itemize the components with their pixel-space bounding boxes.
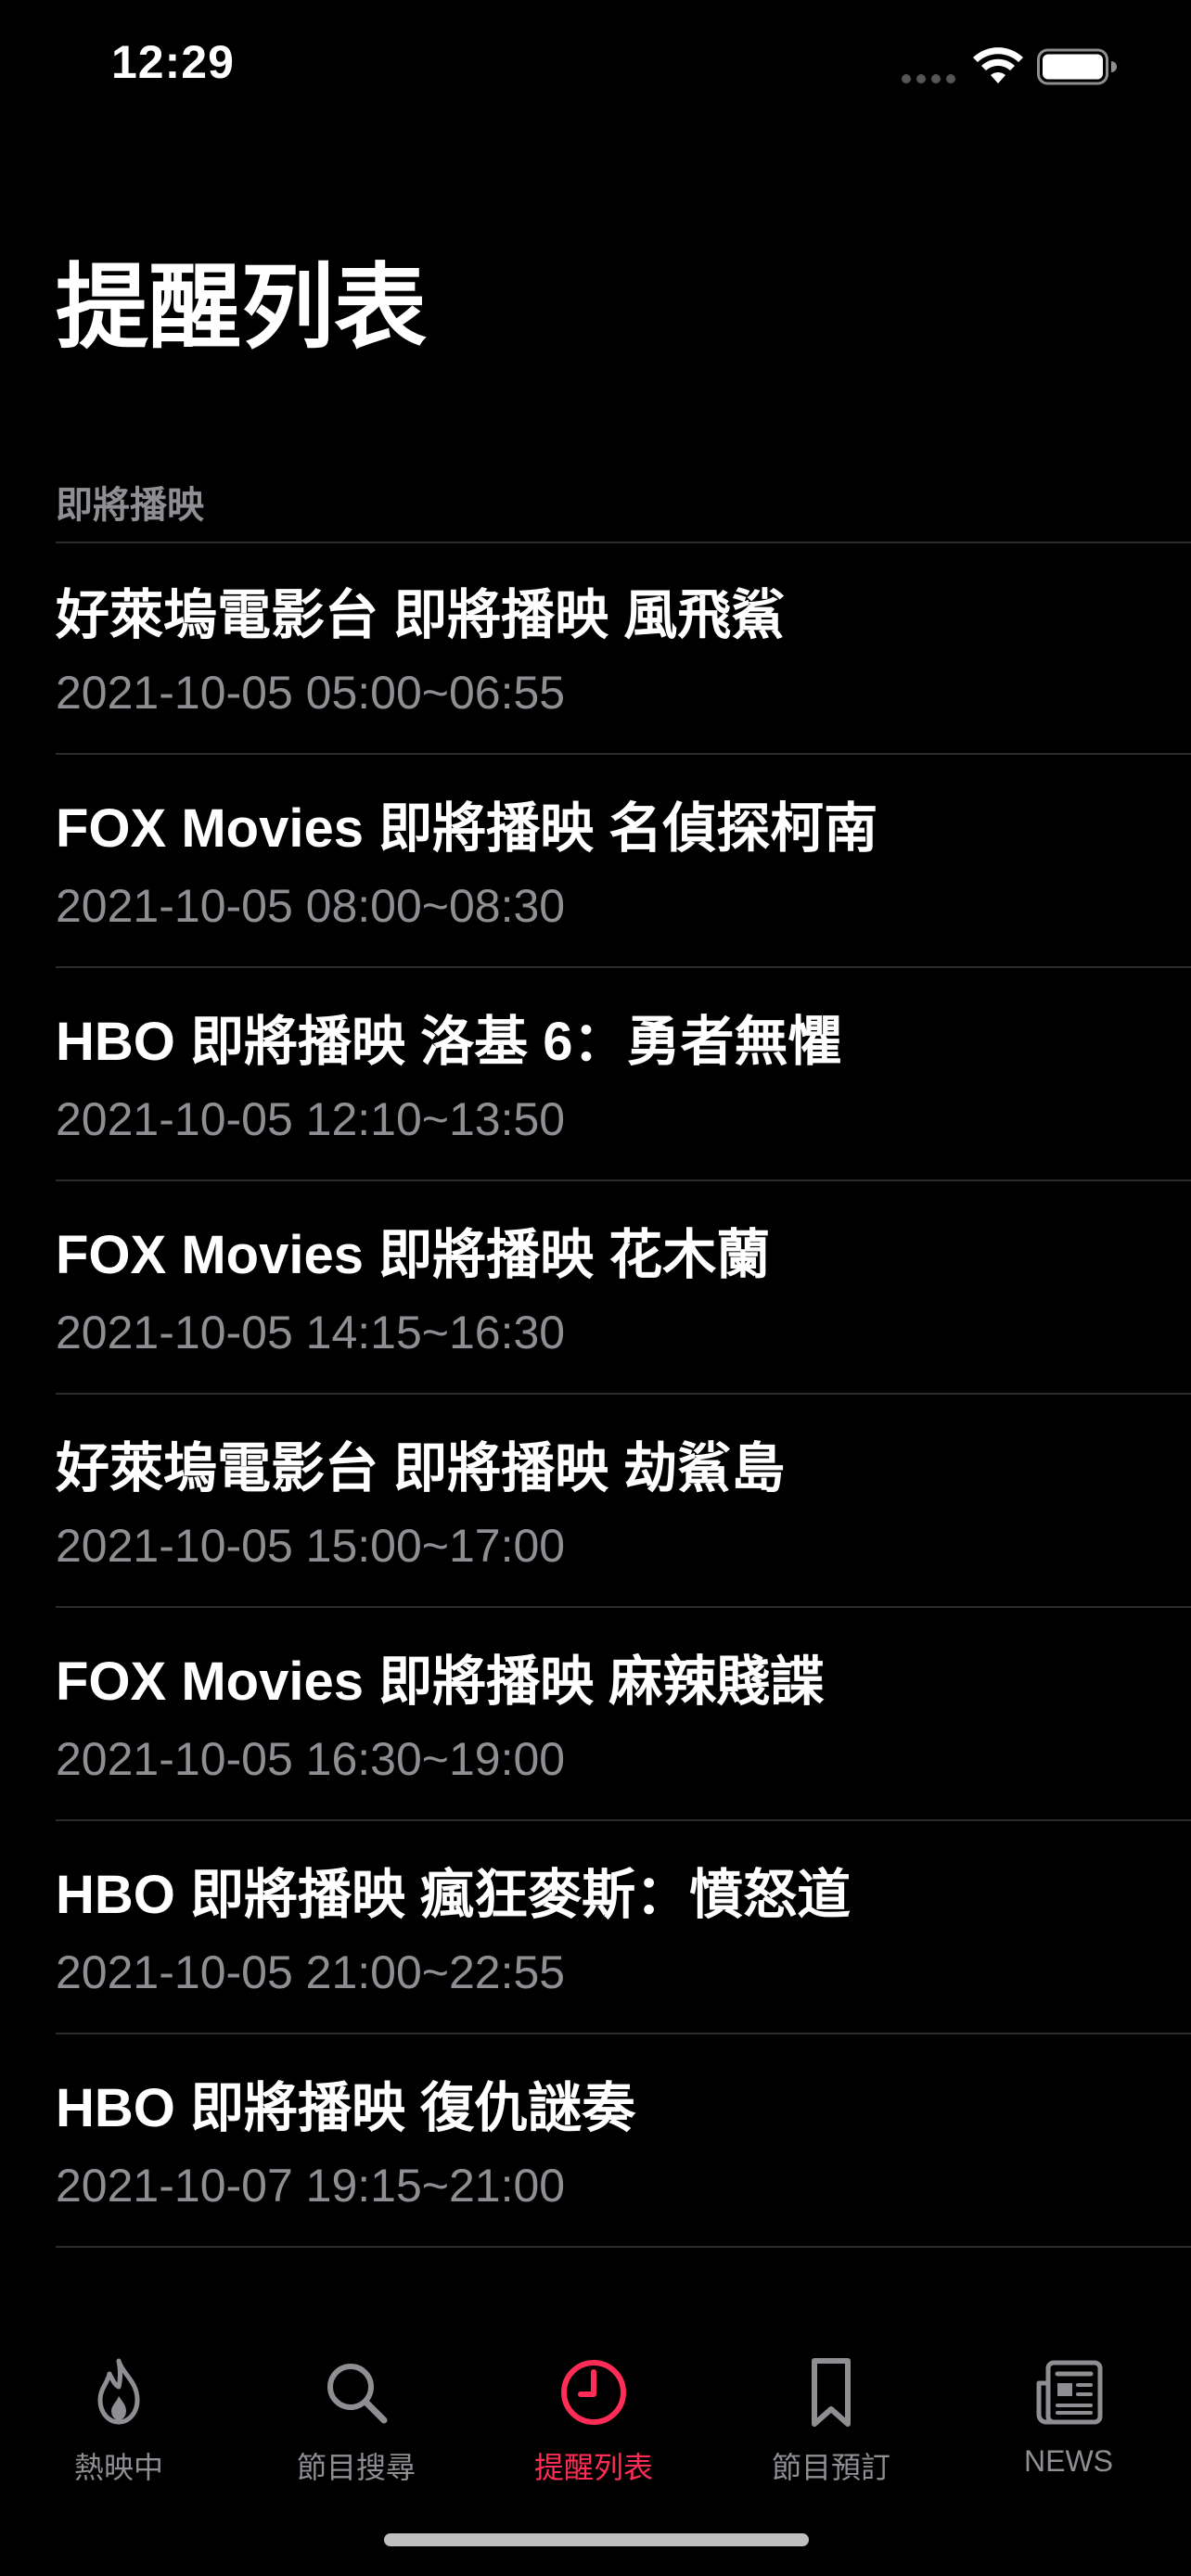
- tab-label: 提醒列表: [533, 2451, 653, 2484]
- reminder-time: 2021-10-05 08:00~08:30: [56, 880, 566, 932]
- reminder-title: 好萊塢電影台 即將播映 風飛鯊: [56, 585, 786, 645]
- bookmark-icon: [812, 2358, 851, 2427]
- tab-label: 節目預訂: [771, 2451, 890, 2484]
- tab-news[interactable]: NEWS: [950, 2355, 1187, 2504]
- clock-icon: [561, 2360, 626, 2425]
- reminder-title: FOX Movies 即將播映 麻辣賤諜: [56, 1651, 825, 1712]
- reminder-time: 2021-10-05 16:30~19:00: [56, 1733, 566, 1785]
- search-icon: [327, 2364, 388, 2424]
- reminder-item[interactable]: HBO 即將播映 復仇謎奏 2021-10-07 19:15~21:00: [0, 2034, 1191, 2248]
- list-separator: [56, 2246, 1191, 2248]
- reminder-time: 2021-10-05 21:00~22:55: [56, 1946, 566, 1998]
- reminder-time: 2021-10-05 14:15~16:30: [56, 1307, 566, 1358]
- tab-search[interactable]: 節目搜尋: [237, 2355, 475, 2504]
- home-indicator[interactable]: [384, 2533, 809, 2546]
- reminder-item[interactable]: HBO 即將播映 瘋狂麥斯：憤怒道 2021-10-05 21:00~22:55: [0, 1821, 1191, 2034]
- battery-icon: [1037, 48, 1117, 85]
- section-header: 即將播映: [56, 485, 204, 526]
- reminder-time: 2021-10-05 15:00~17:00: [56, 1520, 566, 1572]
- page-title: 提醒列表: [56, 256, 427, 360]
- status-bar: 12:29: [0, 0, 1191, 130]
- reminder-item[interactable]: 好萊塢電影台 即將播映 風飛鯊 2021-10-05 05:00~06:55: [0, 542, 1191, 755]
- status-time: 12:29: [111, 36, 235, 88]
- reminder-title: 好萊塢電影台 即將播映 劫鯊島: [56, 1438, 786, 1498]
- reminder-time: 2021-10-07 19:15~21:00: [56, 2160, 566, 2212]
- reminder-title: FOX Movies 即將播映 花木蘭: [56, 1225, 771, 1285]
- reminder-item[interactable]: 好萊塢電影台 即將播映 劫鯊島 2021-10-05 15:00~17:00: [0, 1395, 1191, 1608]
- cellular-signal-icon: [902, 74, 957, 83]
- tab-label: 熱映中: [73, 2451, 163, 2484]
- tab-reminders[interactable]: 提醒列表: [475, 2355, 712, 2504]
- tab-bookings[interactable]: 節目預訂: [712, 2355, 950, 2504]
- reminder-item[interactable]: HBO 即將播映 洛基 6：勇者無懼 2021-10-05 12:10~13:5…: [0, 968, 1191, 1181]
- reminder-time: 2021-10-05 12:10~13:50: [56, 1093, 566, 1145]
- tab-label: NEWS: [1024, 2444, 1113, 2478]
- wifi-icon: [973, 47, 1023, 83]
- tab-hot[interactable]: 熱映中: [0, 2355, 237, 2504]
- reminder-item[interactable]: FOX Movies 即將播映 名偵探柯南 2021-10-05 08:00~0…: [0, 755, 1191, 968]
- reminder-time: 2021-10-05 05:00~06:55: [56, 667, 566, 719]
- reminder-title: HBO 即將播映 洛基 6：勇者無懼: [56, 1012, 842, 1072]
- newspaper-icon: [1036, 2360, 1103, 2425]
- reminder-title: FOX Movies 即將播映 名偵探柯南: [56, 798, 878, 859]
- reminder-title: HBO 即將播映 瘋狂麥斯：憤怒道: [56, 1865, 852, 1925]
- reminder-title: HBO 即將播映 復仇謎奏: [56, 2078, 636, 2138]
- flame-icon: [97, 2358, 140, 2425]
- reminder-item[interactable]: FOX Movies 即將播映 花木蘭 2021-10-05 14:15~16:…: [0, 1181, 1191, 1395]
- reminder-item[interactable]: FOX Movies 即將播映 麻辣賤諜 2021-10-05 16:30~19…: [0, 1608, 1191, 1821]
- tab-label: 節目搜尋: [296, 2451, 416, 2484]
